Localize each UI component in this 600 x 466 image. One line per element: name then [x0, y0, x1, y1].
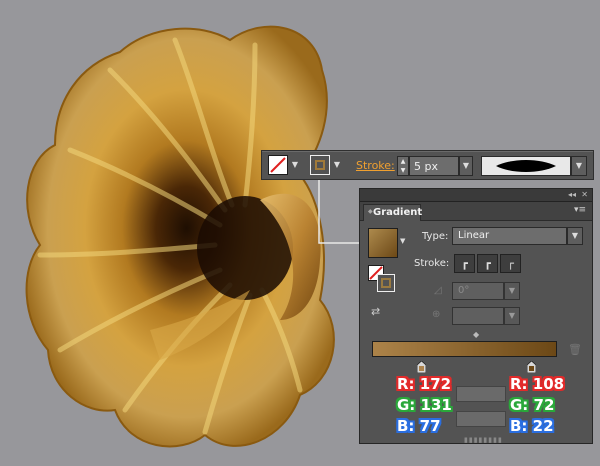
tab-gradient[interactable]: ◆ Gradient: [363, 204, 423, 221]
callout-right-g: G: 72: [510, 396, 555, 414]
stroke-label-link[interactable]: Stroke:: [356, 159, 395, 172]
callout-left-g: G: 131: [397, 396, 452, 414]
callout-left-b: B: 77: [397, 417, 441, 435]
stroke-swatch-inner: [381, 278, 391, 288]
angle-dropdown[interactable]: ▼: [504, 282, 520, 300]
aspect-ratio-dropdown[interactable]: ▼: [504, 307, 520, 325]
tab-options-icon: ◆: [368, 208, 373, 215]
control-bar: ▼ ▼ Stroke: ▲ ▼ 5 px ▼ ▼: [261, 150, 594, 180]
gradient-preset-dropdown-arrow[interactable]: ▼: [400, 237, 405, 245]
aspect-ratio-field[interactable]: [452, 307, 504, 325]
midpoint-diamond-icon[interactable]: ◆: [473, 330, 479, 339]
stroke-along-button[interactable]: ┏: [477, 254, 498, 273]
stroke-weight-field[interactable]: 5 px: [409, 156, 459, 176]
stroke-across-button[interactable]: ┌: [500, 254, 521, 273]
gradient-preview-swatch[interactable]: [368, 228, 398, 258]
stroke-profile-select[interactable]: [481, 156, 571, 176]
stroke-weight-dropdown[interactable]: ▼: [459, 156, 473, 176]
panel-title-bar[interactable]: ◂◂ ✕: [360, 189, 592, 202]
gradient-slider[interactable]: [372, 341, 557, 357]
delete-stop-icon[interactable]: 🗑: [568, 343, 582, 356]
stroke-swatch-icon: [315, 160, 325, 170]
callout-right-b: B: 22: [510, 417, 554, 435]
location-field[interactable]: [456, 411, 506, 427]
stroke-swatch[interactable]: [377, 274, 395, 292]
color-stop-left[interactable]: [417, 361, 426, 373]
opacity-field[interactable]: [456, 386, 506, 402]
stroke-dropdown-arrow[interactable]: ▼: [332, 156, 342, 174]
stroke-options-label: Stroke:: [414, 258, 450, 269]
gradient-type-select[interactable]: Linear: [452, 227, 567, 245]
callout-left-r: R: 172: [397, 375, 452, 393]
panel-tab-bar: ◆ Gradient ▾≡: [360, 202, 592, 221]
angle-icon: ◿: [434, 285, 442, 296]
width-profile-icon: [496, 160, 556, 172]
panel-resize-grip[interactable]: ▮▮▮▮▮▮▮▮: [464, 436, 503, 444]
stroke-swatch-button[interactable]: [310, 155, 330, 175]
close-icon[interactable]: ✕: [581, 189, 588, 201]
aspect-ratio-icon: ⊕: [432, 309, 441, 320]
color-stop-right[interactable]: [527, 361, 536, 373]
gradient-panel: ◂◂ ✕ ◆ Gradient ▾≡ ▼ ⇄ Type: Linear ▼ St…: [359, 188, 593, 444]
fill-dropdown-arrow[interactable]: ▼: [290, 156, 300, 174]
panel-menu-icon[interactable]: ▾≡: [574, 205, 586, 215]
collapse-icon[interactable]: ◂◂: [568, 189, 576, 201]
stroke-profile-dropdown[interactable]: ▼: [571, 156, 587, 176]
none-swatch-icon: [270, 157, 286, 173]
angle-field[interactable]: 0°: [452, 282, 504, 300]
type-label: Type:: [422, 231, 449, 242]
reverse-gradient-icon[interactable]: ⇄: [371, 305, 387, 319]
gradient-type-dropdown[interactable]: ▼: [567, 227, 583, 245]
stroke-within-button[interactable]: ┏: [454, 254, 475, 273]
callout-right-r: R: 108: [510, 375, 565, 393]
stroke-weight-stepper[interactable]: ▲ ▼: [397, 156, 409, 176]
tab-gradient-label: Gradient: [373, 207, 423, 218]
fill-none-swatch[interactable]: [268, 155, 288, 175]
